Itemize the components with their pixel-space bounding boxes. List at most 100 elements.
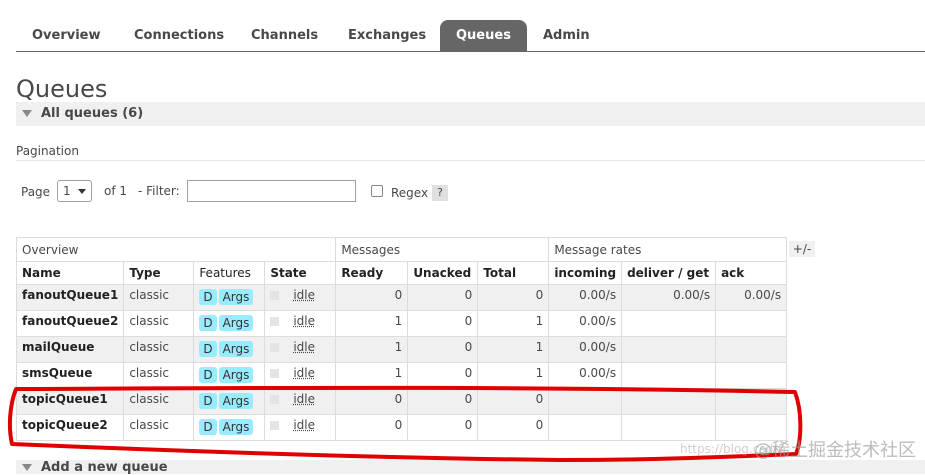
ack-rate [715,362,788,389]
queue-name-link[interactable]: topicQueue2 [15,414,125,441]
queue-features: D Args [193,414,266,441]
pagination-heading: Pagination [16,144,79,158]
args-badge: Args [218,367,254,383]
ready-count: 1 [335,310,409,337]
queue-name-link[interactable]: topicQueue1 [15,388,125,415]
queue-features: D Args [193,388,266,415]
queue-type: classic [123,310,195,337]
queue-name-link[interactable]: fanoutQueue1 [15,284,125,311]
queue-state: idle [264,336,337,363]
filter-label: - Filter: [138,184,180,198]
tab-admin[interactable]: Admin [543,20,590,51]
table-row: fanoutQueue2 classic D Args idle 1 0 1 0.… [15,310,788,337]
incoming-rate [548,388,623,415]
column-header-name[interactable]: Name [15,261,125,285]
state-label: idle [293,392,315,406]
queue-features: D Args [193,362,266,389]
queue-state: idle [264,310,337,337]
column-header-type[interactable]: Type [123,261,195,285]
tab-overview[interactable]: Overview [32,20,101,51]
unacked-count: 0 [407,388,479,415]
state-indicator-icon [270,317,280,326]
queue-name-link[interactable]: smsQueue [15,362,125,389]
durable-badge: D [199,289,217,305]
unacked-count: 0 [407,284,479,311]
queue-features: D Args [193,284,266,311]
durable-badge: D [199,315,217,331]
main-nav: Overview Connections Channels Exchanges … [16,20,925,52]
durable-badge: D [199,341,217,357]
tab-connections[interactable]: Connections [134,20,224,51]
incoming-rate: 0.00/s [548,362,623,389]
incoming-rate: 0.00/s [548,310,623,337]
chevron-down-icon [78,189,86,194]
group-header-overview: Overview [15,237,337,262]
queue-state: idle [264,362,337,389]
page-select-value: 1 [63,184,71,198]
queue-name-link[interactable]: fanoutQueue2 [15,310,125,337]
state-indicator-icon [270,291,280,300]
durable-badge: D [199,393,217,409]
column-header-state[interactable]: State [264,261,337,285]
column-toggle-button[interactable]: +/- [789,241,815,257]
regex-checkbox[interactable] [371,185,383,197]
collapse-triangle-icon [22,464,32,471]
deliver-get-rate [621,362,717,389]
page-select[interactable]: 1 [57,180,92,202]
column-header-ack[interactable]: ack [715,261,788,285]
unacked-count: 0 [407,414,479,441]
state-indicator-icon [270,343,280,352]
column-header-features: Features [193,261,266,285]
help-button[interactable]: ? [432,185,448,201]
queue-type: classic [123,414,195,441]
queue-features: D Args [193,310,266,337]
total-count: 0 [477,414,550,441]
tab-channels[interactable]: Channels [251,20,318,51]
column-header-unacked[interactable]: Unacked [407,261,479,285]
durable-badge: D [199,367,217,383]
args-badge: Args [218,341,254,357]
queue-name-link[interactable]: mailQueue [15,336,125,363]
tab-queues[interactable]: Queues [440,20,527,51]
column-header-ready[interactable]: Ready [335,261,409,285]
all-queues-section-toggle[interactable]: All queues (6) [16,102,925,126]
total-count: 1 [477,362,550,389]
column-header-deliver-get[interactable]: deliver / get [621,261,717,285]
deliver-get-rate [621,310,717,337]
incoming-rate: 0.00/s [548,336,623,363]
table-row: smsQueue classic D Args idle 1 0 1 0.00/s [15,362,788,389]
state-indicator-icon [270,395,280,404]
queue-state: idle [264,388,337,415]
tab-exchanges[interactable]: Exchanges [348,20,426,51]
args-badge: Args [218,315,254,331]
total-count: 1 [477,336,550,363]
table-row: topicQueue1 classic D Args idle 0 0 0 [15,388,788,415]
state-label: idle [293,288,315,302]
deliver-get-rate [621,336,717,363]
ready-count: 0 [335,284,409,311]
page-count-label: of 1 [104,184,128,198]
collapse-triangle-icon [22,110,32,117]
table-row: fanoutQueue1 classic D Args idle 0 0 0 0.… [15,284,788,311]
unacked-count: 0 [407,310,479,337]
add-queue-section-toggle[interactable]: Add a new queue [16,460,925,475]
column-header-total[interactable]: Total [477,261,550,285]
column-header-incoming[interactable]: incoming [548,261,623,285]
total-count: 1 [477,310,550,337]
durable-badge: D [199,419,217,435]
ready-count: 1 [335,362,409,389]
ack-rate [715,336,788,363]
queues-table: Overview Messages Message rates Name Typ… [15,237,788,441]
state-label: idle [293,418,315,432]
deliver-get-rate [621,414,717,441]
watermark: @稀土掘金技术社区 [754,440,916,461]
page-label: Page [21,185,51,199]
group-header-messages: Messages [335,237,550,262]
all-queues-label: All queues (6) [41,106,144,121]
incoming-rate: 0.00/s [548,284,623,311]
args-badge: Args [218,393,254,409]
queue-state: idle [264,284,337,311]
filter-input[interactable] [187,180,356,202]
args-badge: Args [218,419,254,435]
divider [16,160,925,161]
